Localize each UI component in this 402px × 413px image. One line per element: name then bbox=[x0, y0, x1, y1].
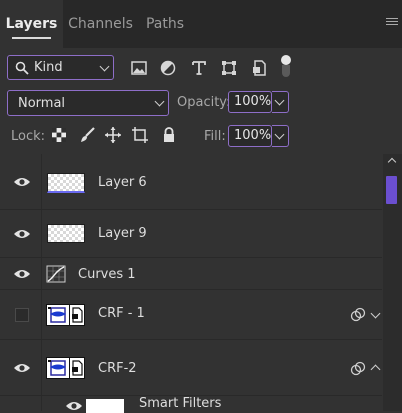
layer-name[interactable]: Curves 1 bbox=[78, 267, 136, 282]
tab-layers[interactable]: Layers bbox=[0, 0, 63, 48]
lock-transparent-pixels-icon[interactable] bbox=[50, 126, 68, 144]
layer-name[interactable]: Layer 9 bbox=[98, 226, 147, 241]
eye-visibility-icon[interactable] bbox=[13, 362, 31, 374]
chevron-down-icon bbox=[274, 95, 285, 106]
smart-object-thumbnail bbox=[46, 304, 70, 326]
thumbnail-content-icon bbox=[48, 360, 66, 376]
document-icon bbox=[72, 360, 83, 376]
eye-visibility-icon[interactable] bbox=[13, 176, 31, 188]
chevron-down-icon bbox=[154, 96, 165, 107]
chevron-down-icon bbox=[99, 61, 110, 72]
layer-name[interactable]: Layer 6 bbox=[98, 175, 147, 190]
layer-row[interactable]: CRF-2 bbox=[0, 340, 382, 396]
scrollbar-thumb[interactable] bbox=[386, 176, 397, 204]
tab-channels-label: Channels bbox=[68, 16, 133, 32]
chevron-down-icon bbox=[274, 129, 285, 140]
eye-visibility-icon[interactable] bbox=[13, 268, 31, 280]
pixel-layer-filter-icon[interactable] bbox=[129, 58, 149, 78]
lock-image-pixels-icon[interactable] bbox=[78, 126, 96, 144]
visibility-toggle-off[interactable] bbox=[15, 308, 29, 322]
fill-input[interactable]: 100% bbox=[228, 125, 272, 147]
visibility-column bbox=[0, 396, 42, 411]
eye-visibility-icon[interactable] bbox=[65, 400, 83, 412]
panel-tab-bar: Layers Channels Paths bbox=[0, 0, 402, 48]
opacity-input[interactable]: 100% bbox=[228, 91, 272, 113]
panel-menu-icon[interactable] bbox=[386, 18, 398, 30]
smart-filters-label[interactable]: Smart Filters bbox=[139, 396, 221, 411]
lock-label: Lock: bbox=[11, 129, 46, 144]
chevron-up-icon[interactable] bbox=[370, 364, 381, 375]
scroll-up-icon[interactable] bbox=[387, 157, 397, 167]
layer-row[interactable]: Curves 1 bbox=[0, 258, 382, 290]
filter-toggle-switch[interactable] bbox=[281, 55, 291, 77]
layer-row[interactable]: Layer 6 bbox=[0, 154, 382, 210]
tab-channels[interactable]: Channels bbox=[63, 0, 138, 48]
fill-dropdown-button[interactable] bbox=[272, 125, 289, 147]
opacity-label: Opacity: bbox=[177, 95, 231, 110]
layer-thumbnail bbox=[47, 173, 85, 193]
smart-object-badge-icon bbox=[69, 304, 85, 326]
lock-position-icon[interactable] bbox=[104, 126, 122, 144]
lock-artboard-icon[interactable] bbox=[131, 126, 149, 144]
blend-mode-value: Normal bbox=[18, 96, 66, 111]
layer-row[interactable]: Layer 9 bbox=[0, 210, 382, 258]
tab-layers-label: Layers bbox=[5, 16, 58, 32]
adjustment-layer-filter-icon[interactable] bbox=[158, 58, 178, 78]
filter-kind-label: Kind bbox=[34, 60, 63, 75]
thumbnail-content-icon bbox=[48, 307, 66, 323]
smart-filter-effects-icon[interactable] bbox=[350, 361, 366, 377]
lock-all-icon[interactable] bbox=[160, 126, 178, 144]
curves-adjustment-icon bbox=[46, 265, 66, 283]
tab-paths[interactable]: Paths bbox=[138, 0, 192, 48]
smart-object-thumbnail bbox=[46, 357, 70, 379]
search-icon bbox=[15, 61, 29, 75]
layer-list: Layer 6 Layer 9 Curves 1 CRF - 1 CRF-2 S… bbox=[0, 154, 382, 413]
document-icon bbox=[72, 307, 83, 323]
layer-thumbnail bbox=[47, 224, 85, 243]
type-layer-filter-icon[interactable] bbox=[189, 58, 209, 78]
eye-visibility-icon[interactable] bbox=[13, 228, 31, 240]
chevron-down-icon[interactable] bbox=[370, 308, 381, 319]
smart-object-filter-icon[interactable] bbox=[249, 58, 269, 78]
filter-kind-dropdown[interactable]: Kind bbox=[7, 55, 114, 80]
blend-mode-dropdown[interactable]: Normal bbox=[7, 90, 169, 116]
smart-filters-row[interactable]: Smart Filters bbox=[0, 396, 382, 413]
smart-filter-effects-icon[interactable] bbox=[350, 307, 366, 323]
fill-label: Fill: bbox=[204, 129, 226, 144]
shape-layer-filter-icon[interactable] bbox=[219, 58, 239, 78]
layer-name[interactable]: CRF - 1 bbox=[98, 306, 145, 321]
layer-name[interactable]: CRF-2 bbox=[98, 361, 137, 376]
opacity-dropdown-button[interactable] bbox=[272, 91, 289, 113]
layer-list-scrollbar[interactable] bbox=[383, 154, 402, 411]
tab-paths-label: Paths bbox=[145, 16, 185, 32]
layer-row[interactable]: CRF - 1 bbox=[0, 290, 382, 340]
smart-object-badge-icon bbox=[69, 357, 85, 379]
